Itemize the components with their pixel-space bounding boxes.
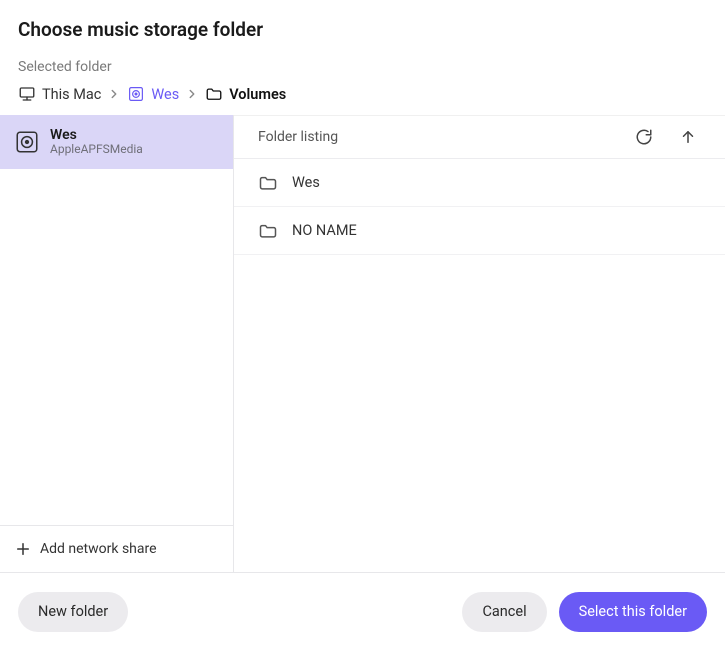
refresh-button[interactable] bbox=[627, 120, 661, 154]
refresh-icon bbox=[635, 128, 653, 146]
list-item[interactable]: NO NAME bbox=[234, 207, 725, 255]
list-item[interactable]: Wes bbox=[234, 159, 725, 207]
add-network-share-button[interactable]: Add network share bbox=[0, 525, 233, 572]
breadcrumb-this-mac[interactable]: This Mac bbox=[18, 85, 101, 103]
list-item-label: NO NAME bbox=[292, 222, 357, 239]
dialog-body: Wes AppleAPFSMedia Add network share Fol… bbox=[0, 115, 725, 572]
drive-subtitle: AppleAPFSMedia bbox=[50, 143, 143, 157]
main-panel: Folder listing bbox=[234, 115, 725, 572]
go-up-button[interactable] bbox=[671, 120, 705, 154]
folder-icon bbox=[205, 85, 223, 103]
add-network-share-label: Add network share bbox=[40, 541, 157, 557]
computer-icon bbox=[18, 85, 36, 103]
breadcrumb-item-label: Volumes bbox=[229, 86, 286, 103]
sidebar-drive-item[interactable]: Wes AppleAPFSMedia bbox=[0, 115, 233, 169]
new-folder-button[interactable]: New folder bbox=[18, 592, 128, 632]
breadcrumb-item-label: Wes bbox=[151, 86, 179, 103]
arrow-up-icon bbox=[679, 128, 697, 146]
cancel-button[interactable]: Cancel bbox=[462, 592, 546, 632]
breadcrumb: This Mac Wes bbox=[18, 85, 707, 103]
folder-icon bbox=[258, 173, 278, 193]
dialog-footer: New folder Cancel Select this folder bbox=[0, 572, 725, 650]
listing-header-label: Folder listing bbox=[258, 129, 338, 145]
dialog-title: Choose music storage folder bbox=[18, 18, 707, 41]
breadcrumb-current-folder[interactable]: Volumes bbox=[205, 85, 286, 103]
disk-icon bbox=[127, 85, 145, 103]
chevron-right-icon bbox=[107, 87, 121, 101]
listing-header: Folder listing bbox=[234, 115, 725, 159]
dialog-header: Choose music storage folder Selected fol… bbox=[0, 0, 725, 115]
sidebar: Wes AppleAPFSMedia Add network share bbox=[0, 115, 234, 572]
folder-icon bbox=[258, 221, 278, 241]
drive-name: Wes bbox=[50, 127, 143, 143]
chevron-right-icon bbox=[185, 87, 199, 101]
breadcrumb-item-label: This Mac bbox=[42, 86, 101, 103]
selected-folder-label: Selected folder bbox=[18, 59, 707, 75]
disk-icon bbox=[14, 129, 40, 155]
folder-chooser-dialog: Choose music storage folder Selected fol… bbox=[0, 0, 725, 650]
list-item-label: Wes bbox=[292, 174, 320, 191]
breadcrumb-disk[interactable]: Wes bbox=[127, 85, 179, 103]
select-folder-button[interactable]: Select this folder bbox=[559, 592, 707, 632]
folder-listing: Wes NO NAME bbox=[234, 159, 725, 572]
plus-icon bbox=[14, 540, 32, 558]
